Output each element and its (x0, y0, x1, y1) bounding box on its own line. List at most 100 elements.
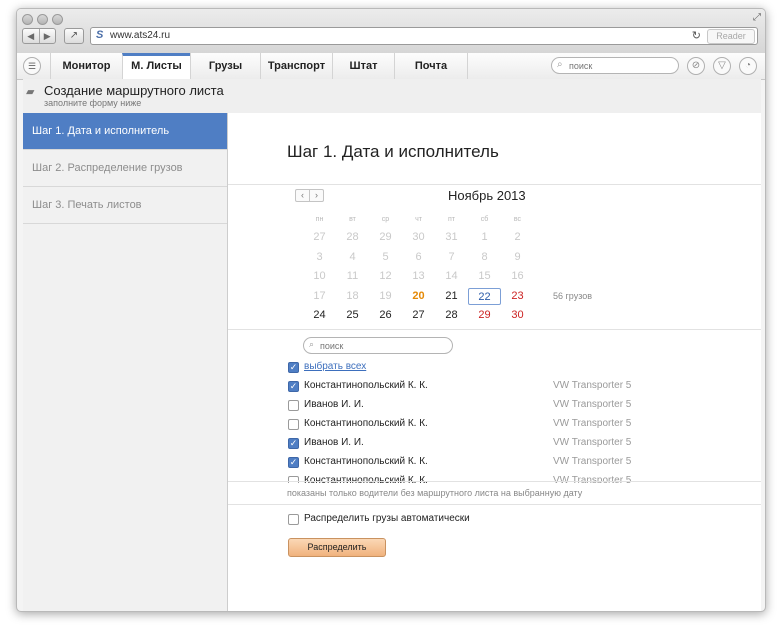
fullscreen-icon[interactable]: ⤢ (753, 12, 761, 23)
driver-checkbox[interactable]: ✓ (288, 457, 299, 468)
tab-0[interactable]: Монитор (50, 53, 122, 79)
tab-3[interactable]: Транспорт (260, 53, 332, 79)
calendar-day: 11 (346, 270, 359, 282)
zoom-window-button[interactable] (52, 14, 63, 25)
calendar-day: 27 (313, 231, 326, 243)
page-header: ▰ Создание маршрутного листа заполните ф… (23, 79, 761, 114)
driver-vehicle: VW Transporter 5 (553, 418, 632, 429)
calendar-day: 19 (379, 289, 392, 302)
tab-2[interactable]: Грузы (190, 53, 260, 79)
calendar-day: 13 (412, 270, 425, 282)
reload-icon[interactable]: ↻ (692, 29, 701, 42)
history-nav: ◀ ▶ (22, 28, 56, 44)
driver-name[interactable]: Иванов И. И. (304, 399, 364, 410)
minimize-window-button[interactable] (37, 14, 48, 25)
url-text[interactable]: www.ats24.ru (110, 30, 170, 41)
driver-row[interactable]: Иванов И. И. VW Transporter 5 (288, 397, 708, 414)
calendar-day: 5 (382, 250, 389, 263)
main-tabs: Монитор М. Листы Грузы Транспорт Штат Почта (50, 53, 468, 79)
auto-distribute-row[interactable]: Распределить грузы автоматически (288, 511, 588, 528)
driver-name[interactable]: Константинопольский К. К. (304, 380, 428, 391)
driver-name[interactable]: Константинопольский К. К. (304, 418, 428, 429)
global-search[interactable]: ⌕ (551, 57, 679, 74)
share-button[interactable]: ↗ (64, 28, 84, 44)
browser-titlebar: ⤢ ◀ ▶ ↗ S www.ats24.ru ↻ Reader (17, 9, 765, 54)
driver-checkbox[interactable]: ✓ (288, 381, 299, 392)
select-all-row[interactable]: ✓ выбрать всех (288, 359, 708, 376)
calendar-day[interactable]: 27 (402, 307, 435, 324)
driver-row[interactable]: ✓ Иванов И. И. VW Transporter 5 (288, 435, 708, 452)
driver-name[interactable]: Иванов И. И. (304, 437, 364, 448)
driver-search[interactable]: ⌕ (303, 337, 453, 354)
search-icon: ⌕ (309, 339, 315, 349)
sidebar-step-1[interactable]: Шаг 1. Дата и исполнитель (23, 113, 227, 150)
calendar-day[interactable]: 23 (501, 288, 534, 305)
calendar-day[interactable]: 28 (435, 307, 468, 324)
paperclip-icon[interactable]: ⊘ (687, 57, 705, 75)
forward-button[interactable]: ▶ (38, 29, 56, 43)
calendar-day: 18 (346, 289, 359, 302)
reader-button[interactable]: Reader (707, 29, 755, 44)
tab-5[interactable]: Почта (394, 53, 468, 79)
driver-vehicle: VW Transporter 5 (553, 456, 632, 467)
auto-distribute-checkbox[interactable] (288, 514, 299, 525)
driver-vehicle: VW Transporter 5 (553, 437, 632, 448)
weekday-label: сб (480, 216, 489, 223)
driver-row[interactable]: ✓ Константинопольский К. К. VW Transporter… (288, 454, 708, 471)
calendar-day: 8 (481, 250, 488, 263)
search-icon: ⌕ (557, 59, 563, 70)
gauge-icon[interactable]: ◔ (739, 57, 757, 75)
calendar-day[interactable]: 29 (468, 307, 501, 324)
prev-month-button[interactable]: ‹ (296, 190, 309, 201)
driver-checkbox[interactable] (288, 419, 299, 430)
page-title: Создание маршрутного листа (44, 83, 224, 98)
calendar-day[interactable]: 25 (336, 307, 369, 324)
driver-search-input[interactable] (320, 339, 440, 352)
folder-icon: ▰ (26, 86, 35, 98)
calendar-day[interactable]: 30 (501, 307, 534, 324)
calendar-day: 15 (478, 270, 491, 282)
divider (228, 481, 761, 482)
calendar-day[interactable]: 24 (303, 307, 336, 324)
calendar-day: 7 (448, 250, 455, 263)
driver-row[interactable]: ✓ Константинопольский К. К. VW Transporter… (288, 378, 708, 395)
driver-row[interactable]: Константинопольский К. К. VW Transporter … (288, 416, 708, 433)
menu-icon[interactable]: ☰ (23, 57, 41, 75)
distribute-button[interactable]: Распределить (288, 538, 386, 557)
filter-icon[interactable]: ▽ (713, 57, 731, 75)
calendar-day: 14 (445, 270, 458, 282)
step-title: Шаг 1. Дата и исполнитель (287, 142, 499, 161)
calendar-day[interactable]: 21 (435, 288, 468, 305)
global-search-input[interactable] (569, 59, 669, 72)
calendar-day[interactable]: 22 (468, 287, 501, 305)
calendar-day: 2 (514, 231, 521, 243)
calendar-day[interactable]: 20 (402, 288, 435, 305)
calendar-month-label: Ноябрь 2013 (448, 188, 526, 203)
calendar-week: 27 28 29 30 31 1 2 (303, 229, 534, 246)
tab-4[interactable]: Штат (332, 53, 394, 79)
divider (228, 504, 761, 505)
app-navbar: ☰ Монитор М. Листы Грузы Транспорт Штат Почта… (17, 53, 765, 80)
calendar-nav: ‹ › (295, 189, 324, 202)
sidebar-step-3[interactable]: Шаг 3. Печать листов (23, 187, 227, 224)
driver-checkbox[interactable] (288, 400, 299, 411)
driver-list[interactable]: ✓ выбрать всех ✓ Константинопольский К. К… (228, 357, 761, 483)
calendar-day[interactable]: 26 (369, 307, 402, 324)
sidebar-step-2[interactable]: Шаг 2. Распределение грузов (23, 150, 227, 187)
back-button[interactable]: ◀ (23, 29, 39, 43)
next-month-button[interactable]: › (309, 190, 323, 201)
calendar-day: 6 (415, 250, 422, 263)
auto-distribute-label[interactable]: Распределить грузы автоматически (304, 513, 470, 524)
tab-1[interactable]: М. Листы (122, 53, 190, 79)
calendar-day: 12 (379, 270, 392, 282)
close-window-button[interactable] (22, 14, 33, 25)
weekday-label: вт (349, 216, 356, 223)
site-favicon-icon: S (96, 29, 104, 41)
calendar-day: 17 (313, 289, 326, 302)
select-all-link[interactable]: выбрать всех (304, 361, 366, 372)
address-bar[interactable]: S www.ats24.ru ↻ Reader (90, 27, 758, 45)
driver-name[interactable]: Константинопольский К. К. (304, 456, 428, 467)
select-all-checkbox[interactable]: ✓ (288, 362, 299, 373)
weekday-label: пн (315, 216, 324, 223)
driver-checkbox[interactable]: ✓ (288, 438, 299, 449)
